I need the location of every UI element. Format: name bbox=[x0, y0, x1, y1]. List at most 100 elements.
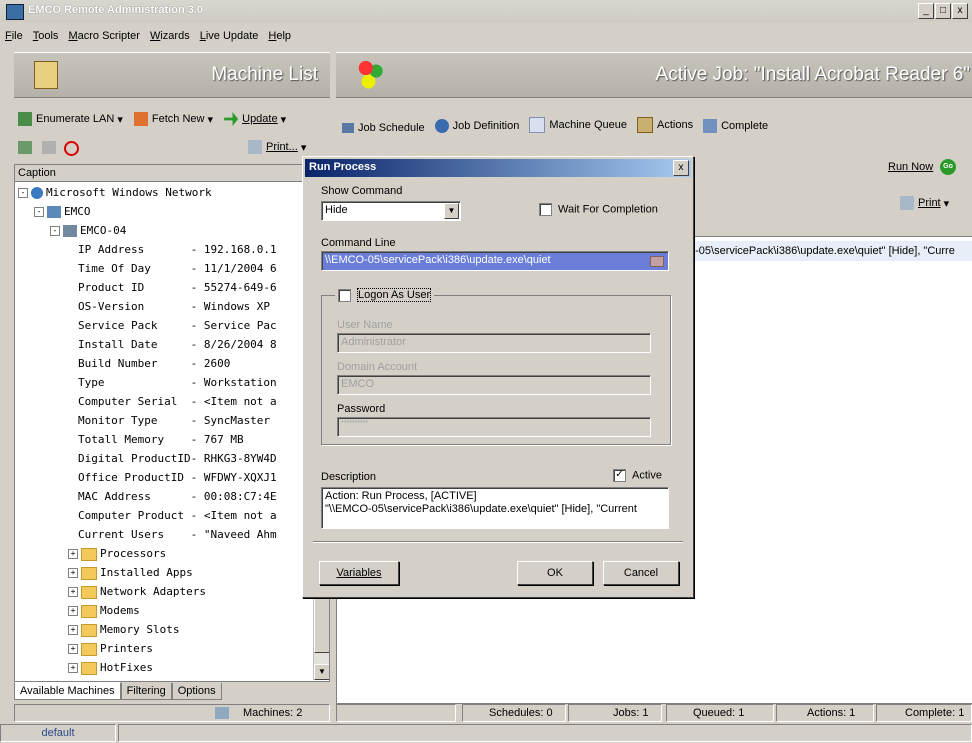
user-name-field[interactable]: Administrator bbox=[337, 333, 651, 353]
tree-folder-installed-apps[interactable]: + Installed Apps bbox=[18, 563, 313, 582]
active-job-title: Active Job: "Install Acrobat Reader 6" bbox=[655, 64, 970, 85]
maximize-button[interactable]: □ bbox=[935, 3, 951, 19]
chevron-down-icon: ▼ bbox=[444, 203, 459, 219]
tree-domain[interactable]: - EMCO bbox=[18, 202, 313, 221]
domain-account-field[interactable]: EMCO bbox=[337, 375, 651, 395]
tree-prop: Service Pack - Service Pac bbox=[78, 319, 277, 332]
tab-job-schedule[interactable]: Job Schedule bbox=[342, 122, 425, 134]
printer-icon bbox=[248, 140, 262, 154]
arrow-icon bbox=[224, 112, 239, 126]
job-icon bbox=[358, 59, 384, 89]
tab-machine-queue[interactable]: Machine Queue bbox=[529, 117, 627, 133]
menu-tools[interactable]: Tools bbox=[28, 28, 64, 44]
document-icon bbox=[529, 117, 546, 133]
status-schedules: Schedules: 0 bbox=[462, 704, 566, 722]
menu-help[interactable]: Help bbox=[263, 28, 296, 44]
close-button[interactable]: x bbox=[952, 3, 968, 19]
dialog-close-button[interactable]: x bbox=[673, 160, 689, 176]
stopwatch-icon bbox=[434, 119, 449, 133]
tree-folder-network-adapters[interactable]: + Network Adapters bbox=[18, 582, 313, 601]
app-icon bbox=[6, 4, 24, 20]
menu-file[interactable]: File bbox=[0, 28, 28, 44]
tree-folder-processors[interactable]: + Processors bbox=[18, 544, 313, 563]
print-button[interactable]: Print... ▾ bbox=[248, 140, 306, 154]
tree-prop: Totall Memory - 767 MB bbox=[78, 433, 244, 446]
caption-column-header[interactable]: Caption bbox=[15, 165, 329, 182]
update-button[interactable]: Update ▾ bbox=[224, 112, 286, 126]
tab-filtering[interactable]: Filtering bbox=[120, 683, 172, 700]
status-main bbox=[118, 724, 972, 742]
tab-options[interactable]: Options bbox=[171, 683, 222, 700]
folder-icon bbox=[81, 585, 97, 599]
remove-machine-icon[interactable] bbox=[42, 141, 56, 154]
stop-icon[interactable] bbox=[64, 141, 79, 156]
command-line-input[interactable]: \\EMCO-05\servicePack\i386\update.exe\qu… bbox=[321, 251, 669, 271]
cancel-button[interactable]: Cancel bbox=[603, 561, 679, 585]
active-job-header: Active Job: "Install Acrobat Reader 6" bbox=[336, 52, 972, 98]
tree-prop: IP Address - 192.168.0.1 bbox=[78, 243, 277, 256]
status-default: default bbox=[0, 724, 116, 742]
fetch-icon bbox=[133, 112, 148, 126]
title-bar: EMCO Remote Administration 3.0 _ □ x bbox=[0, 0, 972, 22]
machine-list-icon bbox=[34, 61, 58, 89]
right-print-button[interactable]: Print ▾ bbox=[900, 196, 949, 210]
add-machine-icon[interactable] bbox=[18, 141, 32, 154]
status-actions: Actions: 1 bbox=[776, 704, 874, 722]
folder-icon bbox=[81, 642, 97, 656]
left-status: Machines: 2 bbox=[14, 704, 330, 722]
tree-prop: Digital ProductID- RHKG3-8YW4D bbox=[78, 452, 277, 465]
minimize-button[interactable]: _ bbox=[918, 3, 934, 19]
tree-prop: Type - Workstation bbox=[78, 376, 277, 389]
folder-icon bbox=[81, 661, 97, 675]
printer-icon bbox=[900, 196, 914, 210]
tree-prop: MAC Address - 00:08:C7:4E bbox=[78, 490, 277, 503]
left-toolbar: Enumerate LAN ▾ Fetch New ▾ Update ▾ bbox=[18, 112, 330, 132]
status-jobs: Jobs: 1 bbox=[568, 704, 662, 722]
go-icon: Go bbox=[940, 159, 956, 175]
domain-account-label: Domain Account bbox=[337, 361, 418, 373]
tree-folder-hotfixes[interactable]: + HotFixes bbox=[18, 658, 313, 677]
wait-for-completion[interactable]: Wait For Completion bbox=[539, 203, 658, 216]
tree-prop: Computer Product - <Item not a bbox=[78, 509, 277, 522]
globe-icon bbox=[31, 187, 43, 199]
logon-checkbox bbox=[338, 289, 351, 302]
active-toggle[interactable]: ✓ Active bbox=[613, 469, 662, 482]
command-line-label: Command Line bbox=[321, 237, 396, 249]
scroll-down-button[interactable]: ▼ bbox=[314, 664, 329, 680]
run-now-button[interactable]: Run Now Go bbox=[880, 156, 972, 178]
tab-complete[interactable]: Complete bbox=[703, 119, 768, 133]
description-box[interactable]: Action: Run Process, [ACTIVE] "\\EMCO-05… bbox=[321, 487, 669, 529]
tree-folder-memory-slots[interactable]: + Memory Slots bbox=[18, 620, 313, 639]
tree-folder-modems[interactable]: + Modems bbox=[18, 601, 313, 620]
tree-machine[interactable]: - EMCO-04 bbox=[18, 221, 313, 240]
tree-folder-printers[interactable]: + Printers bbox=[18, 639, 313, 658]
tree-prop: Product ID - 55274-649-6 bbox=[78, 281, 277, 294]
user-name-label: User Name bbox=[337, 319, 393, 331]
variables-button[interactable]: Variables bbox=[319, 561, 399, 585]
machine-list-title: Machine List bbox=[211, 64, 318, 85]
dialog-divider bbox=[313, 541, 683, 543]
show-command-select[interactable]: Hide ▼ bbox=[321, 201, 461, 221]
actions-icon bbox=[637, 117, 653, 133]
tree-root[interactable]: - Microsoft Windows Network bbox=[18, 183, 313, 202]
fetch-new-button[interactable]: Fetch New ▾ bbox=[133, 112, 213, 126]
dialog-title: Run Process bbox=[309, 161, 377, 173]
enumerate-lan-button[interactable]: Enumerate LAN ▾ bbox=[18, 112, 123, 126]
ok-button[interactable]: OK bbox=[517, 561, 593, 585]
window-title: EMCO Remote Administration 3.0 bbox=[28, 4, 204, 16]
run-process-dialog: Run Process x Show Command Hide ▼ Wait F… bbox=[302, 156, 694, 598]
network-icon bbox=[18, 112, 32, 126]
menu-live-update[interactable]: Live Update bbox=[195, 28, 264, 44]
tree-prop: Computer Serial - <Item not a bbox=[78, 395, 277, 408]
tab-actions[interactable]: Actions bbox=[637, 117, 693, 133]
tab-available-machines[interactable]: Available Machines bbox=[14, 682, 121, 700]
menu-wizards[interactable]: Wizards bbox=[145, 28, 195, 44]
password-field[interactable]: ********** bbox=[337, 417, 651, 437]
menu-macro-scripter[interactable]: Macro Scripter bbox=[63, 28, 145, 44]
job-tabs: Job Schedule Job Definition Machine Queue A… bbox=[342, 117, 972, 135]
logon-as-user[interactable]: Logon As User bbox=[335, 288, 435, 303]
browse-icon bbox=[650, 256, 664, 267]
tab-job-definition[interactable]: Job Definition bbox=[434, 119, 519, 133]
machine-tree-panel: Caption - Microsoft Windows Network - EMCO… bbox=[14, 164, 330, 682]
domain-icon bbox=[47, 206, 61, 218]
